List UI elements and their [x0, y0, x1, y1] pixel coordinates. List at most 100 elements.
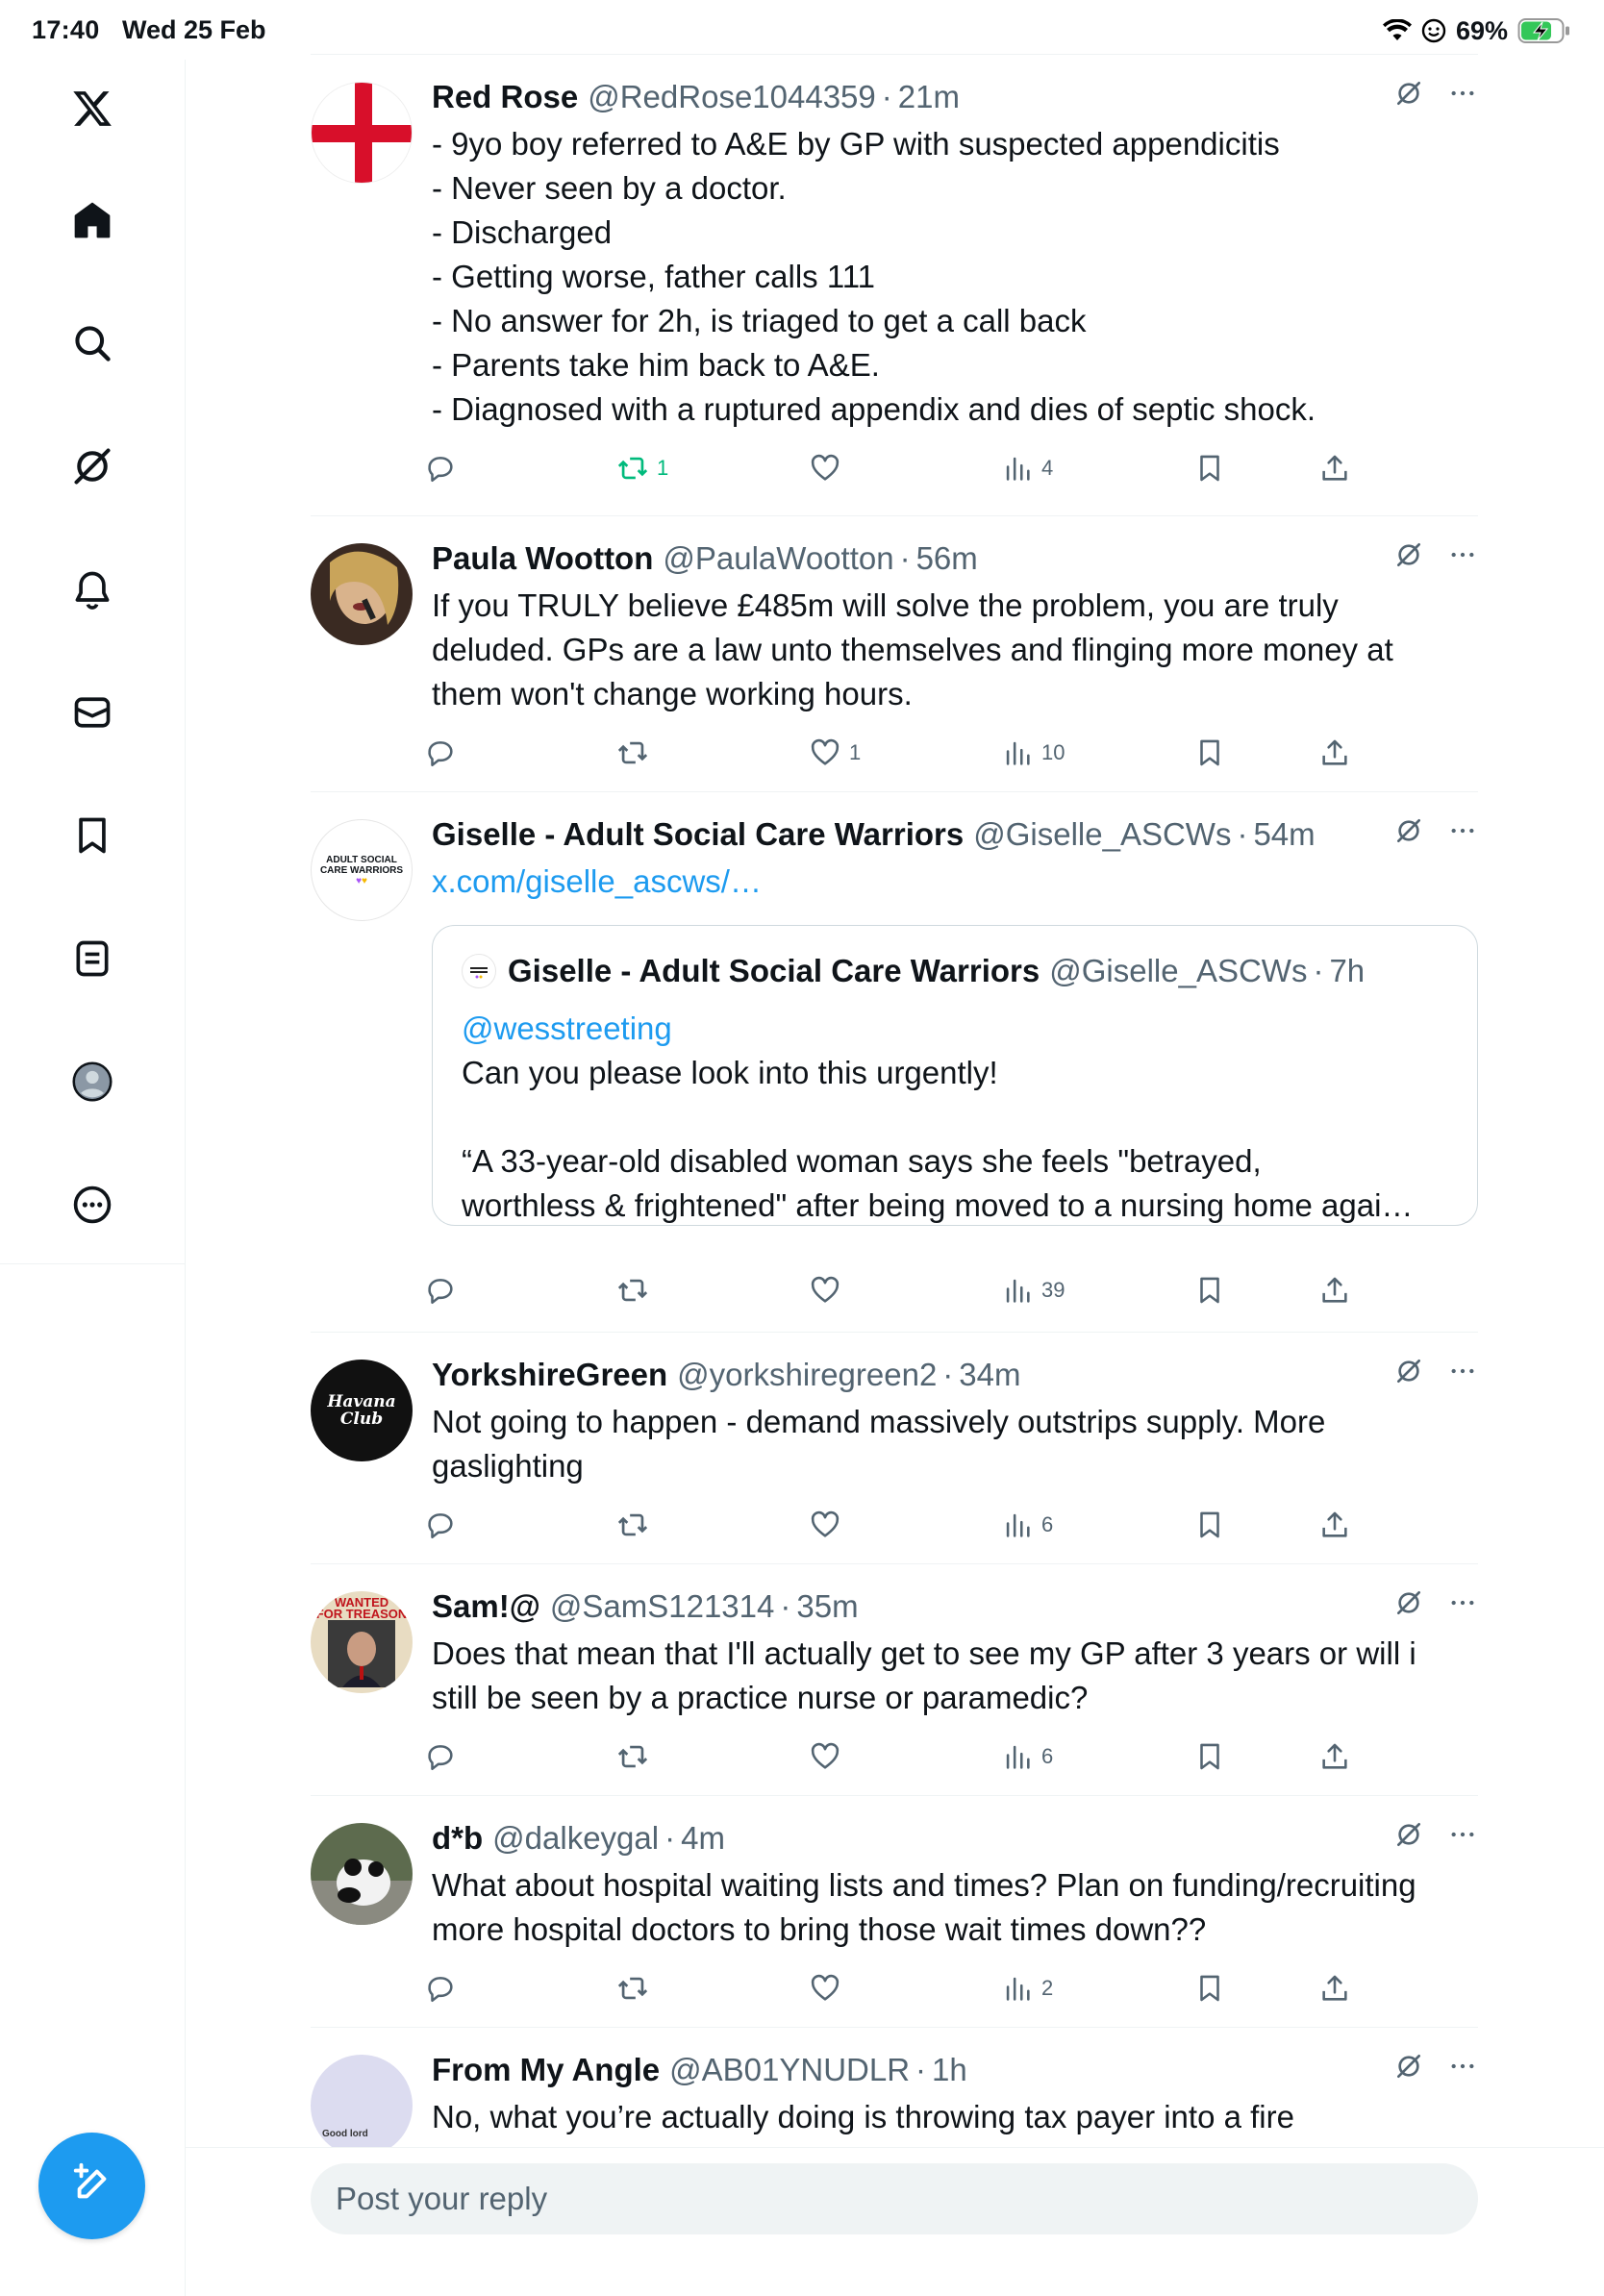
handle[interactable]: @Giselle_ASCWs [973, 816, 1231, 853]
like-button[interactable] [809, 1735, 849, 1778]
share-button[interactable] [1318, 447, 1351, 489]
handle[interactable]: @AB01YNUDLR [669, 2052, 910, 2088]
display-name[interactable]: Giselle - Adult Social Care Warriors [432, 816, 964, 853]
x-logo-icon[interactable] [58, 74, 127, 143]
share-button[interactable] [1318, 732, 1351, 774]
grok-icon[interactable] [1393, 78, 1424, 109]
share-button[interactable] [1318, 1504, 1351, 1546]
timestamp[interactable]: 35m [796, 1588, 858, 1625]
reply-button[interactable] [424, 732, 457, 774]
quote-display-name[interactable]: Giselle - Adult Social Care Warriors [508, 953, 1040, 989]
more-options-icon[interactable] [1447, 2051, 1478, 2082]
grok-icon[interactable] [1393, 539, 1424, 570]
avatar[interactable]: Havana Club [311, 1360, 413, 1461]
share-button[interactable] [1318, 1967, 1351, 2009]
more-icon[interactable] [58, 1170, 127, 1239]
views-button[interactable]: 6 [1001, 1504, 1053, 1546]
retweet-button[interactable]: 1 [616, 447, 668, 489]
display-name[interactable]: From My Angle [432, 2052, 660, 2088]
home-icon[interactable] [58, 186, 127, 255]
more-options-icon[interactable] [1447, 1587, 1478, 1618]
reply-button[interactable] [424, 1967, 457, 2009]
timestamp[interactable]: 21m [898, 79, 960, 115]
lists-icon[interactable] [58, 924, 127, 993]
retweet-button[interactable] [616, 1504, 657, 1546]
like-button[interactable] [809, 1269, 849, 1311]
timestamp[interactable]: 1h [932, 2052, 967, 2088]
grok-icon[interactable] [1393, 1819, 1424, 1850]
retweet-button[interactable] [616, 732, 657, 774]
handle[interactable]: @yorkshiregreen2 [677, 1357, 937, 1393]
quote-timestamp[interactable]: 7h [1329, 953, 1365, 989]
bookmark-button[interactable] [1193, 1269, 1226, 1311]
avatar[interactable] [311, 82, 413, 184]
bookmark-button[interactable] [1193, 1967, 1226, 2009]
bookmark-button[interactable] [1193, 732, 1226, 774]
views-button[interactable]: 2 [1001, 1967, 1053, 2009]
display-name[interactable]: Paula Wootton [432, 540, 653, 577]
like-button[interactable] [809, 447, 849, 489]
share-button[interactable] [1318, 1735, 1351, 1778]
tweet[interactable]: ADULT SOCIAL CARE WARRIORS ♥♥ Giselle - … [311, 792, 1478, 1333]
search-icon[interactable] [58, 309, 127, 378]
tweet[interactable]: Good lord From My Angle @AB01YNUDLR · 1h… [311, 2028, 1478, 2147]
display-name[interactable]: d*b [432, 1820, 483, 1857]
more-options-icon[interactable] [1447, 78, 1478, 109]
messages-icon[interactable] [58, 678, 127, 747]
handle[interactable]: @SamS121314 [550, 1588, 774, 1625]
more-options-icon[interactable] [1447, 1356, 1478, 1386]
avatar[interactable] [311, 543, 413, 645]
retweet-button[interactable] [616, 1735, 657, 1778]
quote-avatar[interactable] [462, 954, 496, 988]
views-button[interactable]: 6 [1001, 1735, 1053, 1778]
mention-link[interactable]: @wesstreeting [462, 1011, 672, 1046]
avatar[interactable]: WANTED FOR TREASON [311, 1591, 413, 1693]
timestamp[interactable]: 34m [959, 1357, 1020, 1393]
like-button[interactable] [809, 1504, 849, 1546]
grok-icon[interactable] [58, 432, 127, 501]
timestamp[interactable]: 56m [916, 540, 978, 577]
more-options-icon[interactable] [1447, 539, 1478, 570]
reply-input[interactable]: Post your reply [311, 2163, 1478, 2234]
avatar[interactable] [311, 1823, 413, 1925]
display-name[interactable]: YorkshireGreen [432, 1357, 667, 1393]
bookmark-button[interactable] [1193, 447, 1226, 489]
tweet-link[interactable]: x.com/giselle_ascws/… [432, 860, 1478, 904]
views-button[interactable]: 4 [1001, 447, 1053, 489]
share-button[interactable] [1318, 1269, 1351, 1311]
more-options-icon[interactable] [1447, 815, 1478, 846]
tweet[interactable]: Red Rose @RedRose1044359 · 21m - 9yo boy… [311, 55, 1478, 516]
handle[interactable]: @dalkeygal [492, 1820, 659, 1857]
timestamp[interactable]: 54m [1253, 816, 1315, 853]
bookmarks-icon[interactable] [58, 801, 127, 870]
display-name[interactable]: Sam!@ [432, 1588, 540, 1625]
retweet-button[interactable] [616, 1967, 657, 2009]
tweet[interactable]: Paula Wootton @PaulaWootton · 56m If you… [311, 516, 1478, 792]
handle[interactable]: @RedRose1044359 [588, 79, 876, 115]
more-options-icon[interactable] [1447, 1819, 1478, 1850]
grok-icon[interactable] [1393, 815, 1424, 846]
reply-button[interactable] [424, 447, 457, 489]
profile-icon[interactable] [58, 1047, 127, 1116]
retweet-button[interactable] [616, 1269, 657, 1311]
notifications-icon[interactable] [58, 555, 127, 624]
tweet[interactable]: WANTED FOR TREASON Sam!@ @SamS121314 · 3… [311, 1564, 1478, 1796]
tweet[interactable]: Havana Club YorkshireGreen @yorkshiregre… [311, 1333, 1478, 1564]
bookmark-button[interactable] [1193, 1735, 1226, 1778]
bookmark-button[interactable] [1193, 1504, 1226, 1546]
avatar[interactable]: ADULT SOCIAL CARE WARRIORS ♥♥ [311, 819, 413, 921]
reply-button[interactable] [424, 1735, 457, 1778]
like-button[interactable]: 1 [809, 732, 861, 774]
like-button[interactable] [809, 1967, 849, 2009]
avatar[interactable]: Good lord [311, 2055, 413, 2147]
reply-button[interactable] [424, 1269, 457, 1311]
grok-icon[interactable] [1393, 2051, 1424, 2082]
grok-icon[interactable] [1393, 1587, 1424, 1618]
quote-tweet[interactable]: Giselle - Adult Social Care Warriors @Gi… [432, 925, 1478, 1226]
tweet[interactable]: d*b @dalkeygal · 4m What about hospital … [311, 1796, 1478, 2028]
views-button[interactable]: 10 [1001, 732, 1065, 774]
display-name[interactable]: Red Rose [432, 79, 578, 115]
views-button[interactable]: 39 [1001, 1269, 1065, 1311]
handle[interactable]: @PaulaWootton [663, 540, 893, 577]
timestamp[interactable]: 4m [681, 1820, 725, 1857]
